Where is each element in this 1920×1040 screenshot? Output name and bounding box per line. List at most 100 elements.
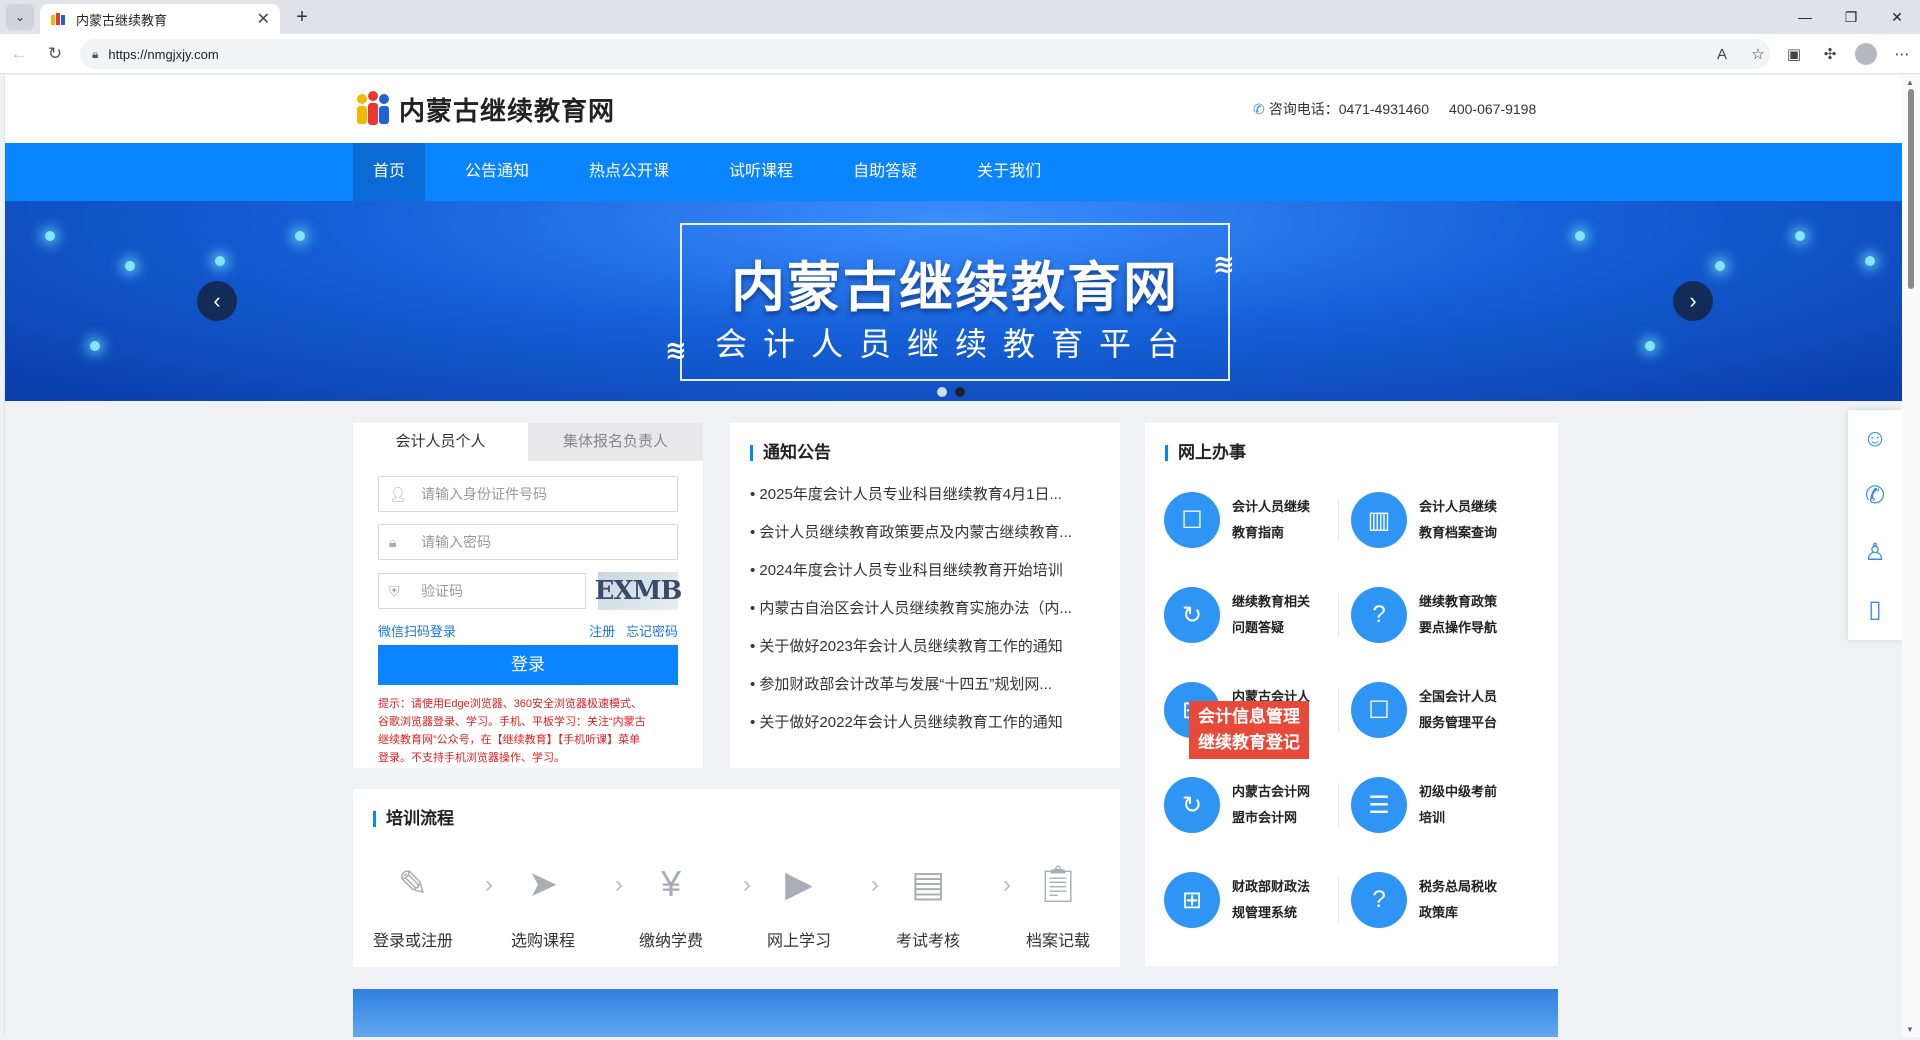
service-label: 财政部财政法 xyxy=(1232,879,1311,894)
close-window-icon[interactable]: ✕ xyxy=(1874,0,1920,34)
refresh-circle-icon: ↻ xyxy=(1164,777,1220,833)
mobile-icon[interactable]: ▯ xyxy=(1848,581,1902,638)
more-icon[interactable]: ⋯ xyxy=(1884,45,1920,63)
banner-title: 内蒙古继续教育网 xyxy=(731,258,1179,318)
forgot-password-link[interactable]: 忘记密码 xyxy=(626,624,678,639)
customer-service-icon[interactable]: ☺ xyxy=(1848,410,1902,467)
service-finance-law[interactable]: ⊞ 财政部财政法 规管理系统 xyxy=(1164,871,1344,929)
browser-tab[interactable]: 内蒙古继续教育 ✕ xyxy=(40,4,280,34)
qq-icon[interactable]: ♙ xyxy=(1848,524,1902,581)
training-panel: 培训流程 ✎ 登录或注册 › ➤ 选购课程 › ¥ 缴纳学费 › ▶ 网上学习 … xyxy=(353,789,1120,967)
service-faq[interactable]: ↻ 继续教育相关 问题答疑 xyxy=(1164,586,1344,644)
service-label: 盟市会计网 xyxy=(1232,810,1298,825)
captcha-image[interactable]: EXMB xyxy=(595,572,682,610)
nav-about[interactable]: 关于我们 xyxy=(957,143,1061,201)
collections-icon[interactable]: ▣ xyxy=(1776,45,1812,63)
step-label: 缴纳学费 xyxy=(638,933,703,950)
notice-item[interactable]: 内蒙古自治区会计人员继续教育实施办法（内... xyxy=(750,597,1105,635)
tab-individual[interactable]: 会计人员个人 xyxy=(353,423,528,461)
notice-panel: 通知公告 2025年度会计人员专业科目继续教育4月1日... 会计人员继续教育政… xyxy=(730,423,1120,768)
bottom-banner[interactable] xyxy=(353,989,1558,1037)
extensions-icon[interactable]: ✣ xyxy=(1812,45,1848,63)
step-exam[interactable]: ▤ 考试考核 xyxy=(878,859,978,951)
step-label: 选购课程 xyxy=(510,933,575,950)
question-icon: ? xyxy=(1351,872,1407,928)
service-exam-training[interactable]: ☰ 初级中级考前 培训 xyxy=(1351,776,1531,834)
phone-icon: ✆ xyxy=(1253,100,1265,117)
yuan-shield-icon: ¥ xyxy=(660,863,682,904)
service-label: 教育指南 xyxy=(1232,525,1285,540)
grid-icon: ⊞ xyxy=(1164,872,1220,928)
banner-next-button[interactable]: › xyxy=(1673,281,1713,321)
page-viewport: 内蒙古继续教育网 ✆ 咨询电话： 0471-4931460 400-067-91… xyxy=(4,75,1902,1037)
service-label: 教育档案查询 xyxy=(1419,525,1498,540)
chat-icon: ☐ xyxy=(1164,492,1220,548)
refresh-icon[interactable]: ↻ xyxy=(42,42,68,66)
service-label: 会计人员继续 xyxy=(1419,499,1498,514)
login-button[interactable]: 登录 xyxy=(378,645,678,685)
service-label: 全国会计人员 xyxy=(1419,689,1498,704)
hotline-phone-2: 400-067-9198 xyxy=(1449,101,1537,117)
lock-icon[interactable]: 🔒︎ xyxy=(92,47,98,62)
step-online-study[interactable]: ▶ 网上学习 xyxy=(749,859,849,951)
id-placeholder: 请输入身份证件号码 xyxy=(421,486,547,502)
tab-title: 内蒙古继续教育 xyxy=(76,12,168,28)
promo-line: 会计信息管理 xyxy=(1198,707,1300,726)
edit-icon: ✎ xyxy=(397,863,429,904)
password-input[interactable]: 🔒︎ 请输入密码 xyxy=(378,524,678,560)
banner-prev-button[interactable]: ‹ xyxy=(197,281,237,321)
site-logo[interactable]: 内蒙古继续教育网 xyxy=(353,89,615,129)
minimize-icon[interactable]: — xyxy=(1782,0,1828,34)
refresh-circle-icon: ↻ xyxy=(1164,587,1220,643)
play-icon: ▶ xyxy=(785,863,813,904)
captcha-input[interactable]: ⛨ 验证码 xyxy=(378,573,586,609)
register-link[interactable]: 注册 xyxy=(589,624,615,639)
tip-line: 登录。不支持手机浏览器操作、学习。 xyxy=(378,752,565,764)
phone-icon[interactable]: ✆ xyxy=(1848,467,1902,524)
close-icon[interactable]: ✕ xyxy=(257,9,270,29)
url-field[interactable]: 🔒︎ https://nmgjxjy.com xyxy=(80,39,1770,69)
notice-item[interactable]: 2025年度会计人员专业科目继续教育4月1日... xyxy=(750,483,1105,521)
scrollbar[interactable]: ▲ ▼ xyxy=(1902,75,1920,1037)
notice-item[interactable]: 关于做好2023年会计人员继续教育工作的通知 xyxy=(750,635,1105,673)
service-accounting-guide[interactable]: ☐ 会计人员继续 教育指南 xyxy=(1164,491,1344,549)
scrollbar-thumb[interactable] xyxy=(1908,89,1914,289)
profile-icon[interactable] xyxy=(1855,43,1877,65)
promo-badge[interactable]: 会计信息管理 继续教育登记 xyxy=(1189,701,1309,759)
service-policy-navigation[interactable]: ? 继续教育政策 要点操作导航 xyxy=(1351,586,1531,644)
notice-item[interactable]: 会计人员继续教育政策要点及内蒙古继续教育... xyxy=(750,521,1105,559)
banner-dot-active[interactable] xyxy=(955,387,965,397)
new-tab-icon[interactable]: + xyxy=(288,4,316,30)
step-label: 考试考核 xyxy=(895,933,960,950)
step-label: 网上学习 xyxy=(766,933,831,950)
back-icon[interactable]: ← xyxy=(6,42,32,66)
tab-group[interactable]: 集体报名负责人 xyxy=(528,423,703,461)
step-archive[interactable]: 📋︎ 档案记载 xyxy=(1008,859,1108,951)
step-label: 登录或注册 xyxy=(372,933,453,950)
notice-item[interactable]: 关于做好2022年会计人员继续教育工作的通知 xyxy=(750,711,1105,749)
nav-announcements[interactable]: 公告通知 xyxy=(445,143,549,201)
step-select-course[interactable]: ➤ 选购课程 xyxy=(493,859,593,951)
nav-hot-courses[interactable]: 热点公开课 xyxy=(569,143,689,201)
cursor-icon: ➤ xyxy=(527,863,559,904)
notice-item[interactable]: 2024年度会计人员专业科目继续教育开始培训 xyxy=(750,559,1105,597)
nav-home[interactable]: 首页 xyxy=(353,143,426,201)
step-pay[interactable]: ¥ 缴纳学费 xyxy=(621,859,721,951)
wechat-login-link[interactable]: 微信扫码登录 xyxy=(378,624,456,639)
restore-icon[interactable]: ❐ xyxy=(1828,0,1874,34)
service-national-platform[interactable]: ☐ 全国会计人员 服务管理平台 xyxy=(1351,681,1531,739)
service-label: 要点操作导航 xyxy=(1419,620,1498,635)
notice-item[interactable]: 参加财政部会计改革与发展“十四五”规划网... xyxy=(750,673,1105,711)
step-login[interactable]: ✎ 登录或注册 xyxy=(363,859,463,951)
service-accounting-net[interactable]: ↻ 内蒙古会计网 盟市会计网 xyxy=(1164,776,1344,834)
favorite-icon[interactable]: ☆ xyxy=(1740,45,1776,63)
service-archive-query[interactable]: ▥ 会计人员继续 教育档案查询 xyxy=(1351,491,1531,549)
id-input[interactable]: 👤︎ 请输入身份证件号码 xyxy=(378,476,678,512)
tab-list-icon[interactable]: ⌄ xyxy=(6,4,34,30)
nav-self-help[interactable]: 自助答疑 xyxy=(833,143,937,201)
user-icon: 👤︎ xyxy=(389,485,407,502)
nav-trial-courses[interactable]: 试听课程 xyxy=(709,143,813,201)
read-aloud-icon[interactable]: A xyxy=(1704,46,1740,63)
service-tax-policy[interactable]: ? 税务总局税收 政策库 xyxy=(1351,871,1531,929)
banner-dot[interactable] xyxy=(937,387,947,397)
